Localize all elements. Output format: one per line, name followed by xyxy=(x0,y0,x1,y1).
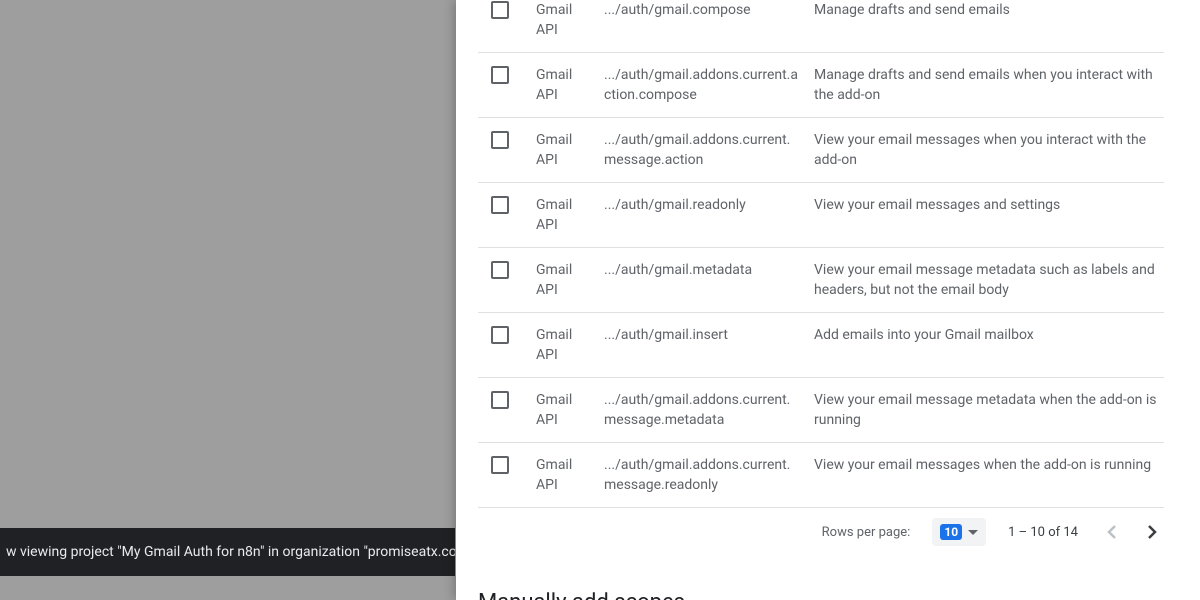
next-page-button[interactable] xyxy=(1140,520,1164,544)
rows-per-page-label: Rows per page: xyxy=(822,525,911,540)
table-row: Gmail API .../auth/gmail.insert Add emai… xyxy=(478,313,1164,378)
api-cell: Gmail API xyxy=(536,260,590,300)
desc-cell: Manage drafts and send emails xyxy=(814,0,1164,20)
desc-cell: Add emails into your Gmail mailbox xyxy=(814,325,1164,345)
api-cell: Gmail API xyxy=(536,195,590,235)
chevron-down-icon xyxy=(968,530,978,535)
rows-per-page-select[interactable]: 10 xyxy=(932,518,986,546)
manual-scopes-heading: Manually add scopes xyxy=(478,590,1164,600)
table-row: Gmail API .../auth/gmail.addons.current.… xyxy=(478,53,1164,118)
row-checkbox[interactable] xyxy=(491,261,509,279)
scope-cell: .../auth/gmail.readonly xyxy=(604,195,800,215)
table-row: Gmail API .../auth/gmail.addons.current.… xyxy=(478,443,1164,508)
desc-cell: View your email message metadata such as… xyxy=(814,260,1164,300)
scope-cell: .../auth/gmail.addons.current.action.com… xyxy=(604,65,800,105)
desc-cell: View your email messages when the add-on… xyxy=(814,455,1164,475)
row-checkbox[interactable] xyxy=(491,456,509,474)
row-checkbox[interactable] xyxy=(491,391,509,409)
scopes-panel: Gmail API .../auth/gmail.compose Manage … xyxy=(456,0,1200,600)
status-toast: w viewing project "My Gmail Auth for n8n… xyxy=(0,528,455,576)
api-cell: Gmail API xyxy=(536,325,590,365)
row-checkbox[interactable] xyxy=(491,196,509,214)
scope-cell: .../auth/gmail.insert xyxy=(604,325,800,345)
page-range: 1 – 10 of 14 xyxy=(1008,525,1078,540)
table-pagination: Rows per page: 10 1 – 10 of 14 xyxy=(478,508,1164,546)
api-cell: Gmail API xyxy=(536,390,590,430)
toast-message: w viewing project "My Gmail Auth for n8n… xyxy=(6,544,455,560)
table-row: Gmail API .../auth/gmail.metadata View y… xyxy=(478,248,1164,313)
table-row: Gmail API .../auth/gmail.readonly View y… xyxy=(478,183,1164,248)
page-size-value: 10 xyxy=(940,524,962,540)
prev-page-button[interactable] xyxy=(1100,520,1124,544)
api-cell: Gmail API xyxy=(536,0,590,40)
scope-cell: .../auth/gmail.compose xyxy=(604,0,800,20)
scope-cell: .../auth/gmail.addons.current.message.me… xyxy=(604,390,800,430)
scope-cell: .../auth/gmail.metadata xyxy=(604,260,800,280)
table-row: Gmail API .../auth/gmail.compose Manage … xyxy=(478,0,1164,53)
scope-cell: .../auth/gmail.addons.current.message.re… xyxy=(604,455,800,495)
row-checkbox[interactable] xyxy=(491,326,509,344)
api-cell: Gmail API xyxy=(536,65,590,105)
api-cell: Gmail API xyxy=(536,455,590,495)
scope-cell: .../auth/gmail.addons.current.message.ac… xyxy=(604,130,800,170)
row-checkbox[interactable] xyxy=(491,131,509,149)
desc-cell: View your email message metadata when th… xyxy=(814,390,1164,430)
api-cell: Gmail API xyxy=(536,130,590,170)
row-checkbox[interactable] xyxy=(491,1,509,19)
desc-cell: View your email messages and settings xyxy=(814,195,1164,215)
desc-cell: View your email messages when you intera… xyxy=(814,130,1164,170)
desc-cell: Manage drafts and send emails when you i… xyxy=(814,65,1164,105)
table-row: Gmail API .../auth/gmail.addons.current.… xyxy=(478,118,1164,183)
scopes-table: Gmail API .../auth/gmail.compose Manage … xyxy=(478,0,1164,508)
table-row: Gmail API .../auth/gmail.addons.current.… xyxy=(478,378,1164,443)
row-checkbox[interactable] xyxy=(491,66,509,84)
